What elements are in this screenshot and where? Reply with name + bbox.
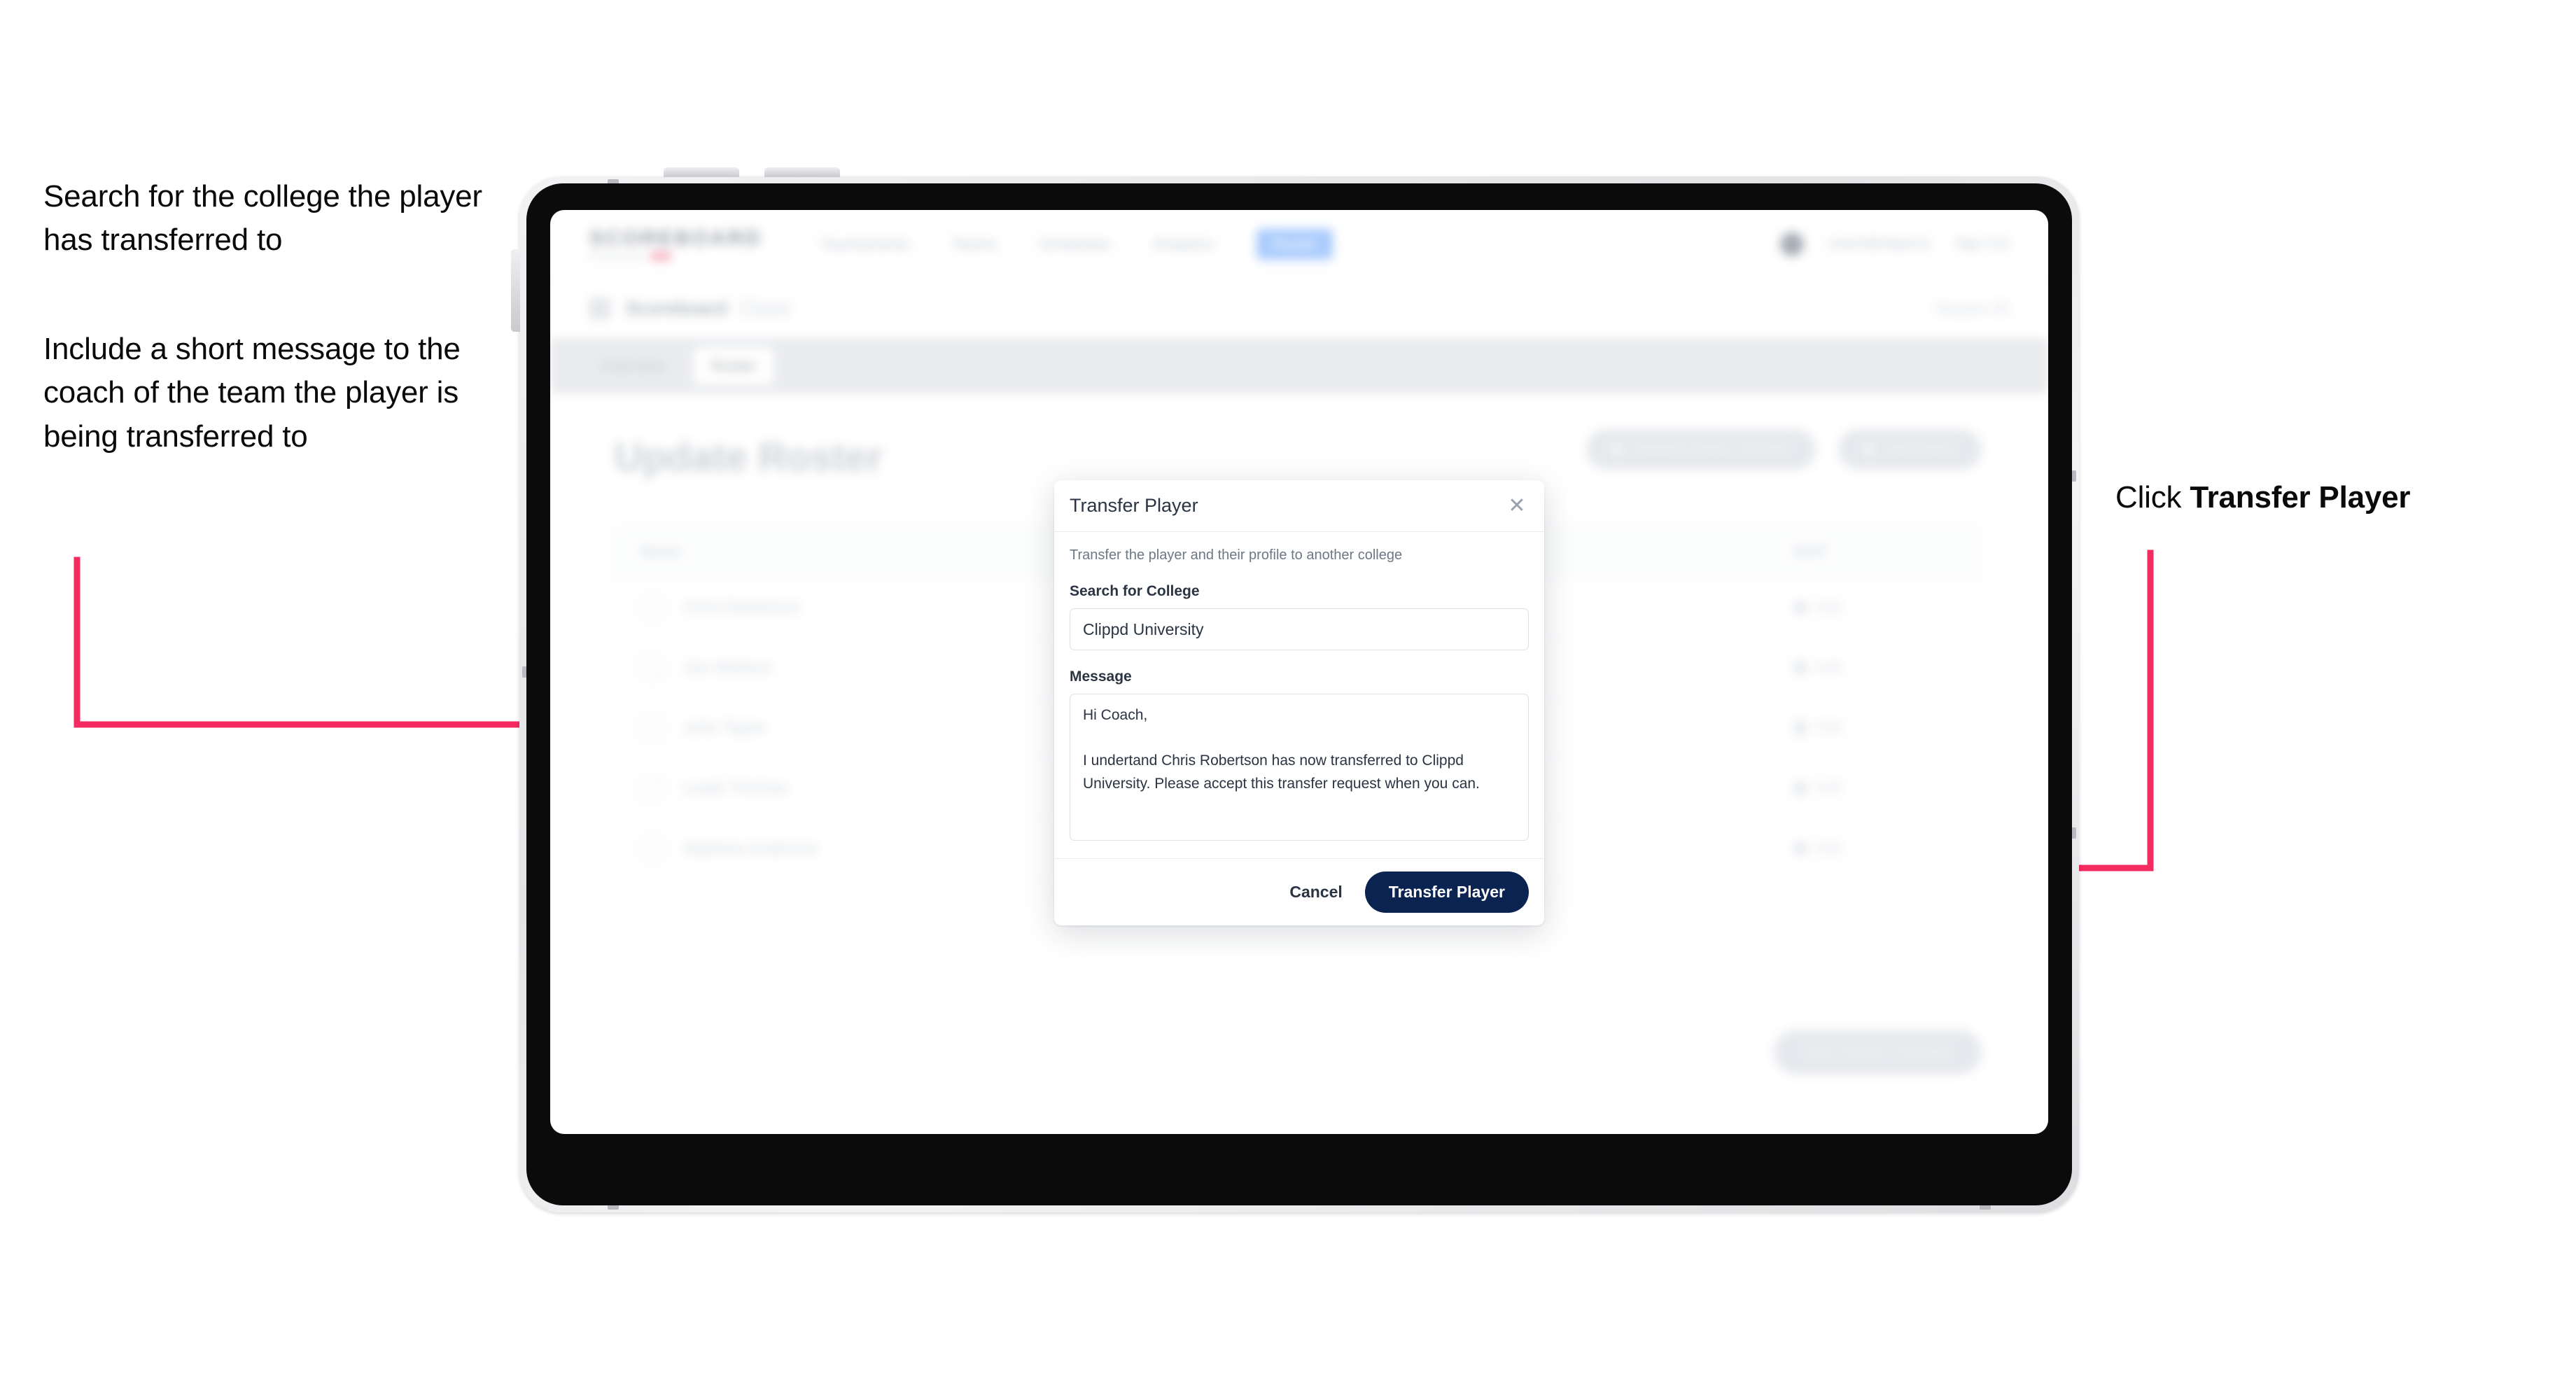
dialog-body: Transfer the player and their profile to… — [1054, 532, 1544, 858]
annotation-click-prefix: Click — [2115, 480, 2190, 514]
dialog-title: Transfer Player — [1070, 495, 1198, 516]
message-label: Message — [1070, 668, 1132, 685]
transfer-player-dialog: Transfer Player ✕ Transfer the player an… — [1054, 480, 1544, 925]
cancel-button[interactable]: Cancel — [1285, 876, 1346, 909]
annotation-click-bold: Transfer Player — [2190, 480, 2411, 514]
antenna-band-right-lower — [2071, 827, 2076, 839]
search-college-label: Search for College — [1070, 583, 1200, 599]
dialog-footer: Cancel Transfer Player — [1054, 858, 1544, 925]
dialog-header: Transfer Player ✕ — [1054, 480, 1544, 532]
annotation-click-transfer: Click Transfer Player — [2115, 476, 2549, 519]
antenna-band-bottom-right — [1980, 1205, 1991, 1210]
transfer-player-button[interactable]: Transfer Player — [1364, 872, 1529, 913]
search-college-input[interactable] — [1070, 608, 1529, 650]
antenna-band-bottom-left — [608, 1205, 619, 1210]
antenna-band-right-upper — [2071, 470, 2076, 482]
tablet-screen: SCOREBOARD Powered by Tournaments Teams … — [550, 210, 2048, 1134]
message-textarea[interactable] — [1070, 694, 1529, 841]
volume-down-button[interactable] — [764, 167, 840, 177]
annotation-include-message: Include a short message to the coach of … — [43, 332, 461, 454]
power-button[interactable] — [511, 249, 520, 332]
annotation-search-college: Search for the college the player has tr… — [43, 179, 482, 258]
volume-up-button[interactable] — [664, 167, 739, 177]
dialog-description: Transfer the player and their profile to… — [1070, 547, 1403, 563]
close-icon[interactable]: ✕ — [1505, 494, 1529, 518]
tablet-device: SCOREBOARD Powered by Tournaments Teams … — [511, 167, 2079, 1212]
